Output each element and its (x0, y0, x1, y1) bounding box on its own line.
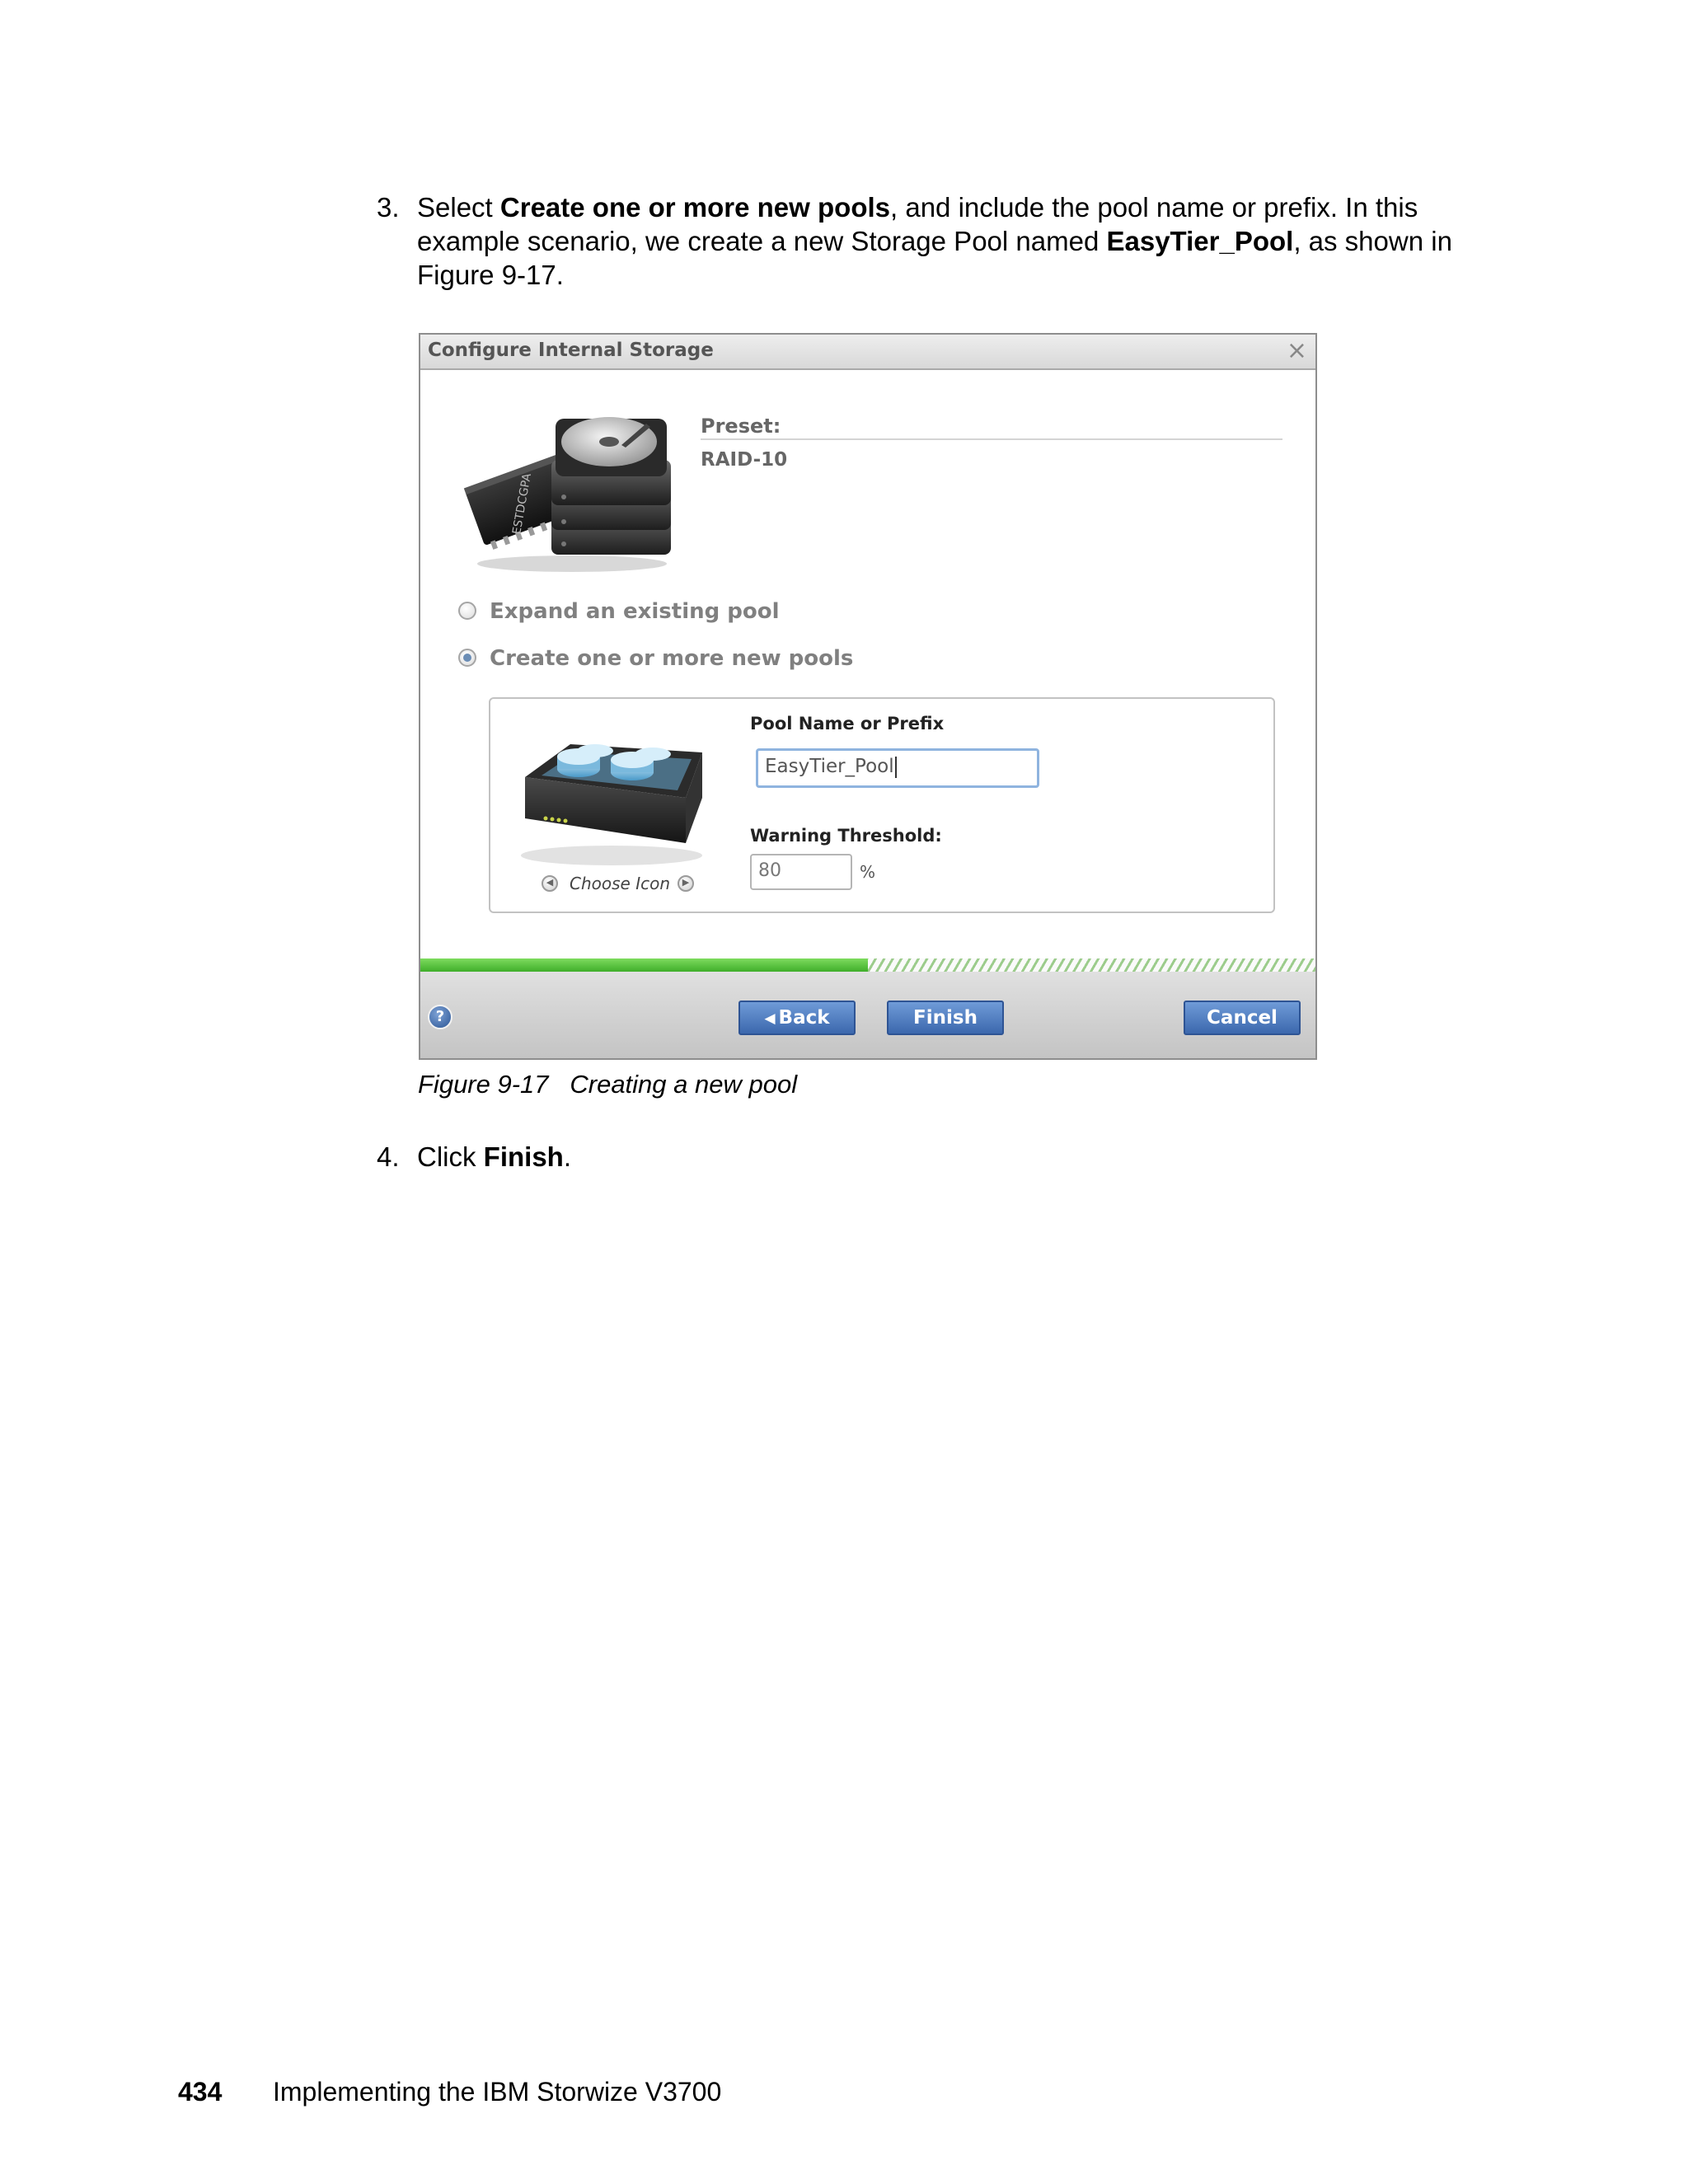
pool-name-input[interactable]: EasyTier_Pool (756, 748, 1039, 788)
back-button[interactable]: ◀ Back (738, 1001, 856, 1035)
page-number: 434 (178, 2077, 223, 2107)
preset-divider (701, 438, 1282, 440)
text-caret (894, 756, 897, 778)
storage-pool-icon (521, 744, 702, 865)
choose-icon-control: ◀ Choose Icon ▶ (542, 874, 706, 897)
step-text: Click Finish. (417, 1141, 572, 1172)
create-new-pools-radio[interactable] (458, 649, 476, 667)
threshold-unit: % (860, 862, 876, 882)
expand-existing-pool-label: Expand an existing pool (490, 599, 780, 624)
warning-threshold-label: Warning Threshold: (750, 826, 942, 846)
left-arrow-icon[interactable]: ◀ (542, 875, 558, 892)
pool-name-label: Pool Name or Prefix (750, 714, 945, 733)
close-icon[interactable]: × (1287, 336, 1307, 365)
right-arrow-icon[interactable]: ▶ (678, 875, 694, 892)
new-pool-panel: ◀ Choose Icon ▶ Pool Name or Prefix Easy… (489, 697, 1275, 913)
step-number: 4. (377, 1141, 400, 1172)
book-title: Implementing the IBM Storwize V3700 (273, 2077, 722, 2107)
choose-icon-label: Choose Icon (570, 874, 671, 893)
preset-value: RAID-10 (701, 449, 788, 471)
figure-caption: Figure 9-17 Creating a new pool (418, 1070, 798, 1099)
wizard-progress-bar (420, 958, 1315, 972)
dialog-titlebar: Configure Internal Storage × (420, 335, 1315, 370)
dialog-footer: ? ◀ Back Finish Cancel (420, 972, 1315, 1058)
help-icon[interactable]: ? (428, 1005, 452, 1029)
create-new-pools-label: Create one or more new pools (490, 646, 854, 671)
back-arrow-icon: ◀ (764, 1010, 776, 1027)
cancel-button[interactable]: Cancel (1184, 1001, 1301, 1035)
warning-threshold-input[interactable]: 80 (750, 854, 852, 890)
storage-drives-icon: ESTDCGPA (463, 417, 671, 572)
dialog-title: Configure Internal Storage (428, 340, 714, 361)
wizard-progress-fill (420, 958, 868, 972)
expand-existing-pool-radio[interactable] (458, 602, 476, 620)
configure-internal-storage-dialog: Configure Internal Storage × ESTDCGPA Pr… (419, 333, 1317, 1060)
finish-button[interactable]: Finish (887, 1001, 1004, 1035)
step-number: 3. (377, 192, 400, 223)
preset-label: Preset: (701, 415, 781, 438)
step-text: Select Create one or more new pools, and… (417, 192, 1452, 290)
